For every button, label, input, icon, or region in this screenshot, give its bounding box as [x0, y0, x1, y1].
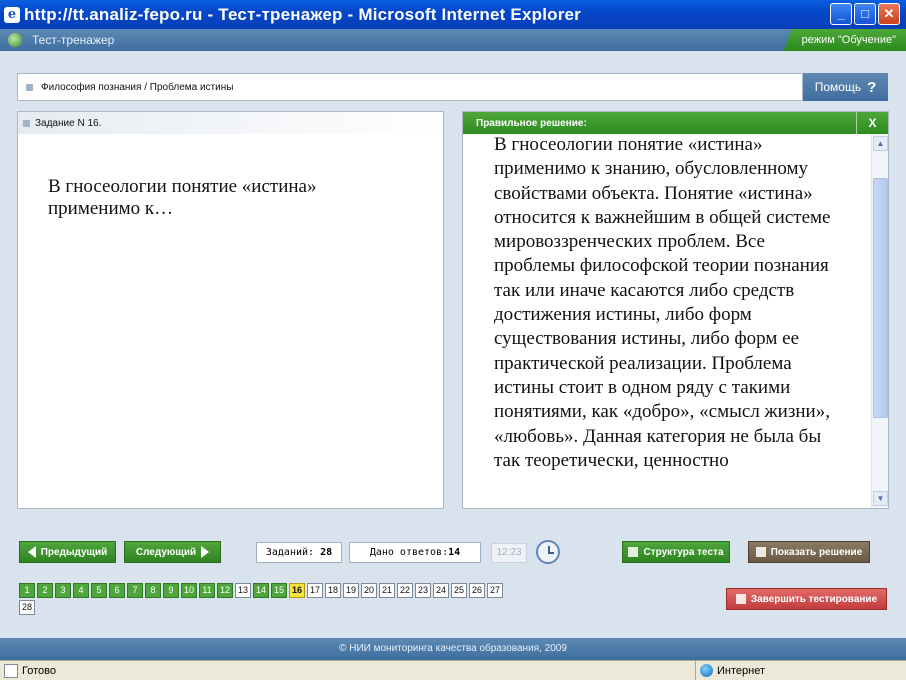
- minimize-button[interactable]: _: [830, 3, 852, 25]
- breadcrumb: Философия познания / Проблема истины: [17, 73, 803, 101]
- app-title: Тест-тренажер: [32, 33, 115, 47]
- close-solution-button[interactable]: X: [856, 112, 888, 134]
- bullet-icon: [26, 83, 33, 91]
- question-text: В гносеологии понятие «истина» применимо…: [48, 176, 317, 219]
- solution-header: Правильное решение: X: [463, 112, 888, 134]
- security-zone: Интернет: [695, 661, 765, 680]
- answers-label: Дано ответов:: [369, 547, 449, 558]
- window-titlebar: e http://tt.analiz-fepo.ru - Тест-тренаж…: [0, 0, 906, 29]
- question-number-24[interactable]: 24: [433, 583, 449, 598]
- question-number-12[interactable]: 12: [217, 583, 233, 598]
- arrow-right-icon: [201, 546, 210, 558]
- task-panel: Задание N 16. В гносеологии понятие «ист…: [17, 111, 444, 509]
- timer-display: 12:23: [491, 543, 527, 563]
- question-number-7[interactable]: 7: [127, 583, 143, 598]
- question-number-20[interactable]: 20: [361, 583, 377, 598]
- task-header: Задание N 16.: [18, 112, 443, 134]
- ie-statusbar: Готово Интернет: [0, 660, 906, 680]
- show-solution-label: Показать решение: [770, 546, 863, 558]
- question-number-18[interactable]: 18: [325, 583, 341, 598]
- question-number-21[interactable]: 21: [379, 583, 395, 598]
- solution-text: В гносеологии понятие «истина» применимо…: [494, 134, 831, 471]
- solution-title: Правильное решение:: [476, 117, 587, 129]
- question-number-9[interactable]: 9: [163, 583, 179, 598]
- question-navigator: 1 2 3 4 5 6 7 8 9 10 11 12 13 14 15 16 17 18 19 20 21 22 23 24 2…: [19, 583, 505, 615]
- question-number-3[interactable]: 3: [55, 583, 71, 598]
- tasks-value: 28: [320, 547, 333, 558]
- show-solution-button[interactable]: Показать решение: [748, 541, 870, 563]
- question-number-26[interactable]: 26: [469, 583, 485, 598]
- prev-button[interactable]: Предыдущий: [19, 541, 116, 563]
- structure-label: Структура теста: [643, 546, 724, 558]
- answers-count: Дано ответов: 14: [349, 542, 481, 563]
- ie-logo-icon: e: [4, 6, 20, 23]
- breadcrumb-text: Философия познания / Проблема истины: [41, 81, 234, 93]
- window-controls: _ □ ✕: [830, 3, 900, 25]
- question-number-11[interactable]: 11: [199, 583, 215, 598]
- solution-panel: Правильное решение: X В гносеологии поня…: [462, 111, 889, 509]
- question-number-23[interactable]: 23: [415, 583, 431, 598]
- question-number-15[interactable]: 15: [271, 583, 287, 598]
- question-number-4[interactable]: 4: [73, 583, 89, 598]
- question-number-16[interactable]: 16: [289, 583, 305, 598]
- window-title: http://tt.analiz-fepo.ru - Тест-тренажер…: [24, 4, 581, 24]
- next-button[interactable]: Следующий: [124, 541, 221, 563]
- question-mark-icon: ?: [867, 78, 877, 96]
- tasks-count: Заданий: 28: [256, 542, 342, 563]
- app-header: Тест-тренажер режим "Обучение": [0, 29, 906, 51]
- finish-label: Завершить тестирование: [750, 593, 878, 605]
- close-window-button[interactable]: ✕: [878, 3, 900, 25]
- question-number-27[interactable]: 27: [487, 583, 503, 598]
- arrow-left-icon: [27, 546, 36, 558]
- book-icon: [755, 547, 766, 557]
- zone-text: Интернет: [717, 664, 765, 677]
- solution-content: В гносеологии понятие «истина» применимо…: [463, 134, 871, 508]
- scroll-up-icon[interactable]: ▲: [873, 136, 888, 151]
- status-text: Готово: [22, 664, 56, 677]
- help-label: Помощь: [814, 80, 862, 94]
- question-number-6[interactable]: 6: [109, 583, 125, 598]
- mode-badge: режим "Обучение": [783, 29, 906, 51]
- prev-label: Предыдущий: [40, 546, 108, 558]
- question-number-2[interactable]: 2: [37, 583, 53, 598]
- question-number-22[interactable]: 22: [397, 583, 413, 598]
- globe-icon: [700, 664, 713, 677]
- tasks-label: Заданий:: [265, 547, 315, 558]
- app-logo-icon: [8, 33, 22, 47]
- question-number-17[interactable]: 17: [307, 583, 323, 598]
- question-number-1[interactable]: 1: [19, 583, 35, 598]
- scroll-down-icon[interactable]: ▼: [873, 491, 888, 506]
- question-number-8[interactable]: 8: [145, 583, 161, 598]
- help-button[interactable]: Помощь ?: [803, 73, 888, 101]
- question-number-19[interactable]: 19: [343, 583, 359, 598]
- clock-icon: [536, 540, 560, 564]
- page-icon: [4, 663, 18, 678]
- solution-scrollbar[interactable]: ▲ ▼: [871, 134, 888, 508]
- test-structure-button[interactable]: Структура теста: [622, 541, 730, 563]
- maximize-button[interactable]: □: [854, 3, 876, 25]
- question-number-14[interactable]: 14: [253, 583, 269, 598]
- bullet-icon: [23, 119, 30, 127]
- runner-icon: [735, 594, 746, 604]
- finish-test-button[interactable]: Завершить тестирование: [726, 588, 887, 610]
- answers-value: 14: [448, 547, 461, 558]
- copyright-footer: © НИИ мониторинга качества образования, …: [0, 638, 906, 660]
- question-number-5[interactable]: 5: [91, 583, 107, 598]
- question-number-13[interactable]: 13: [235, 583, 251, 598]
- question-number-25[interactable]: 25: [451, 583, 467, 598]
- next-label: Следующий: [135, 546, 197, 558]
- structure-icon: [628, 547, 639, 557]
- question-number-10[interactable]: 10: [181, 583, 197, 598]
- question-number-28[interactable]: 28: [19, 600, 35, 615]
- task-number: Задание N 16.: [35, 117, 102, 129]
- scroll-thumb[interactable]: [873, 178, 888, 418]
